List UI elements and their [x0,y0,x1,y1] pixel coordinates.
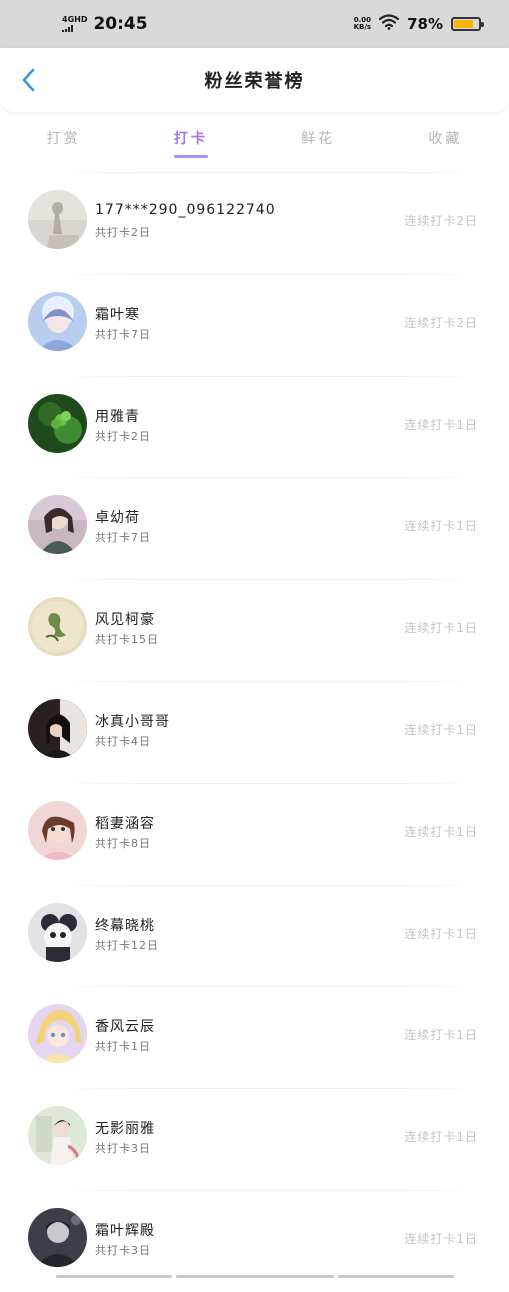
streak-days: 连续打卡1日 [404,824,478,839]
fan-name: 177***290_096122740 [95,202,276,218]
list-item[interactable]: 风见柯豪共打卡15日 连续打卡1日 [0,579,509,681]
row-divider [58,477,479,479]
row-divider [58,782,479,784]
list-item[interactable]: 霜叶寒共打卡7日 连续打卡2日 [0,273,509,376]
tab-label: 收藏 [428,131,463,147]
streak-days: 连续打卡1日 [404,926,478,941]
battery-percent: 78% [407,15,443,33]
battery-level [454,20,473,28]
row-divider [58,579,479,581]
streak-days: 连续打卡1日 [404,417,478,432]
app-header: 粉丝荣誉榜 [0,48,509,112]
tab-active-indicator [173,155,208,158]
streak-days: 连续打卡2日 [404,315,478,330]
fan-name: 冰真小哥哥 [95,713,170,730]
list-item[interactable]: 终幕晓桃共打卡12日 连续打卡1日 [0,884,509,987]
total-checkin-days: 共打卡7日 [95,531,151,545]
total-checkin-days: 共打卡7日 [95,327,151,341]
tab-flowers[interactable]: 鲜花 [255,120,382,162]
status-bar: 4GHD 20:45 0.00 KB/s 78% [0,0,509,48]
list-item[interactable]: 香风云辰共打卡1日 连续打卡1日 [0,986,509,1088]
streak-days: 连续打卡1日 [404,1028,478,1043]
total-checkin-days: 共打卡8日 [95,836,151,850]
fan-name: 风见柯豪 [95,612,155,629]
tab-bar: 打赏 打卡 鲜花 收藏 [0,120,509,162]
total-checkin-days: 共打卡15日 [95,633,159,647]
list-item[interactable]: 用雅青共打卡2日 连续打卡1日 [0,375,509,478]
streak-days: 连续打卡1日 [404,519,478,534]
tab-reward[interactable]: 打赏 [0,120,127,162]
row-divider [58,172,479,173]
network-speed: 0.00 KB/s [354,17,371,31]
fan-list: 177***290_096122740 共打卡2日 连续打卡2日 霜叶寒 共打卡7日 连续… [0,172,509,1292]
total-checkin-days: 共打卡12日 [95,938,159,952]
battery-icon [451,17,484,31]
list-item[interactable]: 卓幼荷共打卡7日 连续打卡1日 [0,477,509,579]
fan-name: 稻妻涵容 [95,815,155,832]
row-divider [58,986,479,988]
row-divider [58,1088,479,1090]
avatar[interactable] [28,1207,87,1267]
row-divider [58,1189,479,1191]
avatar[interactable] [28,1004,87,1064]
list-item[interactable]: 无影丽雅共打卡3日 连续打卡1日 [0,1088,509,1190]
tab-label: 打赏 [46,131,81,147]
total-checkin-days: 共打卡4日 [95,734,151,748]
avatar[interactable] [28,800,87,860]
fan-name: 香风云辰 [95,1019,155,1036]
row-divider [58,884,479,886]
tab-checkin[interactable]: 打卡 [127,120,254,162]
avatar[interactable] [28,1106,87,1166]
streak-days: 连续打卡1日 [404,722,478,737]
fan-name: 霜叶辉殿 [95,1222,155,1239]
total-checkin-days: 共打卡3日 [95,1243,151,1257]
avatar[interactable] [28,698,87,758]
row-divider [58,375,479,377]
row-divider [58,680,479,682]
network-type: 4GHD [62,15,88,24]
streak-days: 连续打卡2日 [404,214,478,228]
total-checkin-days: 共打卡2日 [95,429,151,443]
fan-name: 无影丽雅 [95,1121,155,1138]
list-item[interactable]: 177***290_096122740 共打卡2日 连续打卡2日 [0,172,509,274]
list-item[interactable]: 冰真小哥哥共打卡4日 连续打卡1日 [0,680,509,783]
total-checkin-days: 共打卡2日 [95,226,151,239]
row-divider [58,273,479,275]
fan-name: 霜叶寒 [95,306,140,323]
streak-days: 连续打卡1日 [404,621,478,636]
fan-name: 卓幼荷 [95,510,140,527]
tab-favorites[interactable]: 收藏 [382,120,509,162]
avatar[interactable] [28,190,87,249]
tab-label: 打卡 [173,131,208,147]
clock: 20:45 [93,14,148,34]
page-title: 粉丝荣誉榜 [204,71,305,92]
speed-unit: KB/s [353,23,372,31]
home-indicator [0,1275,509,1278]
total-checkin-days: 共打卡1日 [95,1040,151,1054]
fan-name: 终幕晓桃 [95,917,155,934]
status-right: 0.00 KB/s 78% [354,14,484,34]
streak-days: 连续打卡1日 [404,1231,478,1246]
avatar[interactable] [28,495,87,555]
wifi-icon [378,14,400,34]
fan-name: 用雅青 [95,408,140,425]
avatar[interactable] [28,291,87,351]
tab-label: 鲜花 [301,131,336,147]
back-button[interactable] [16,68,40,92]
signal-icon: 4GHD [62,16,87,32]
list-item[interactable]: 稻妻涵容共打卡8日 连续打卡1日 [0,782,509,885]
avatar[interactable] [28,902,87,962]
avatar[interactable] [28,393,87,453]
streak-days: 连续打卡1日 [404,1130,478,1145]
avatar[interactable] [28,597,87,657]
total-checkin-days: 共打卡3日 [95,1142,151,1156]
chevron-left-icon [22,68,35,92]
status-left: 4GHD 20:45 [62,14,148,34]
